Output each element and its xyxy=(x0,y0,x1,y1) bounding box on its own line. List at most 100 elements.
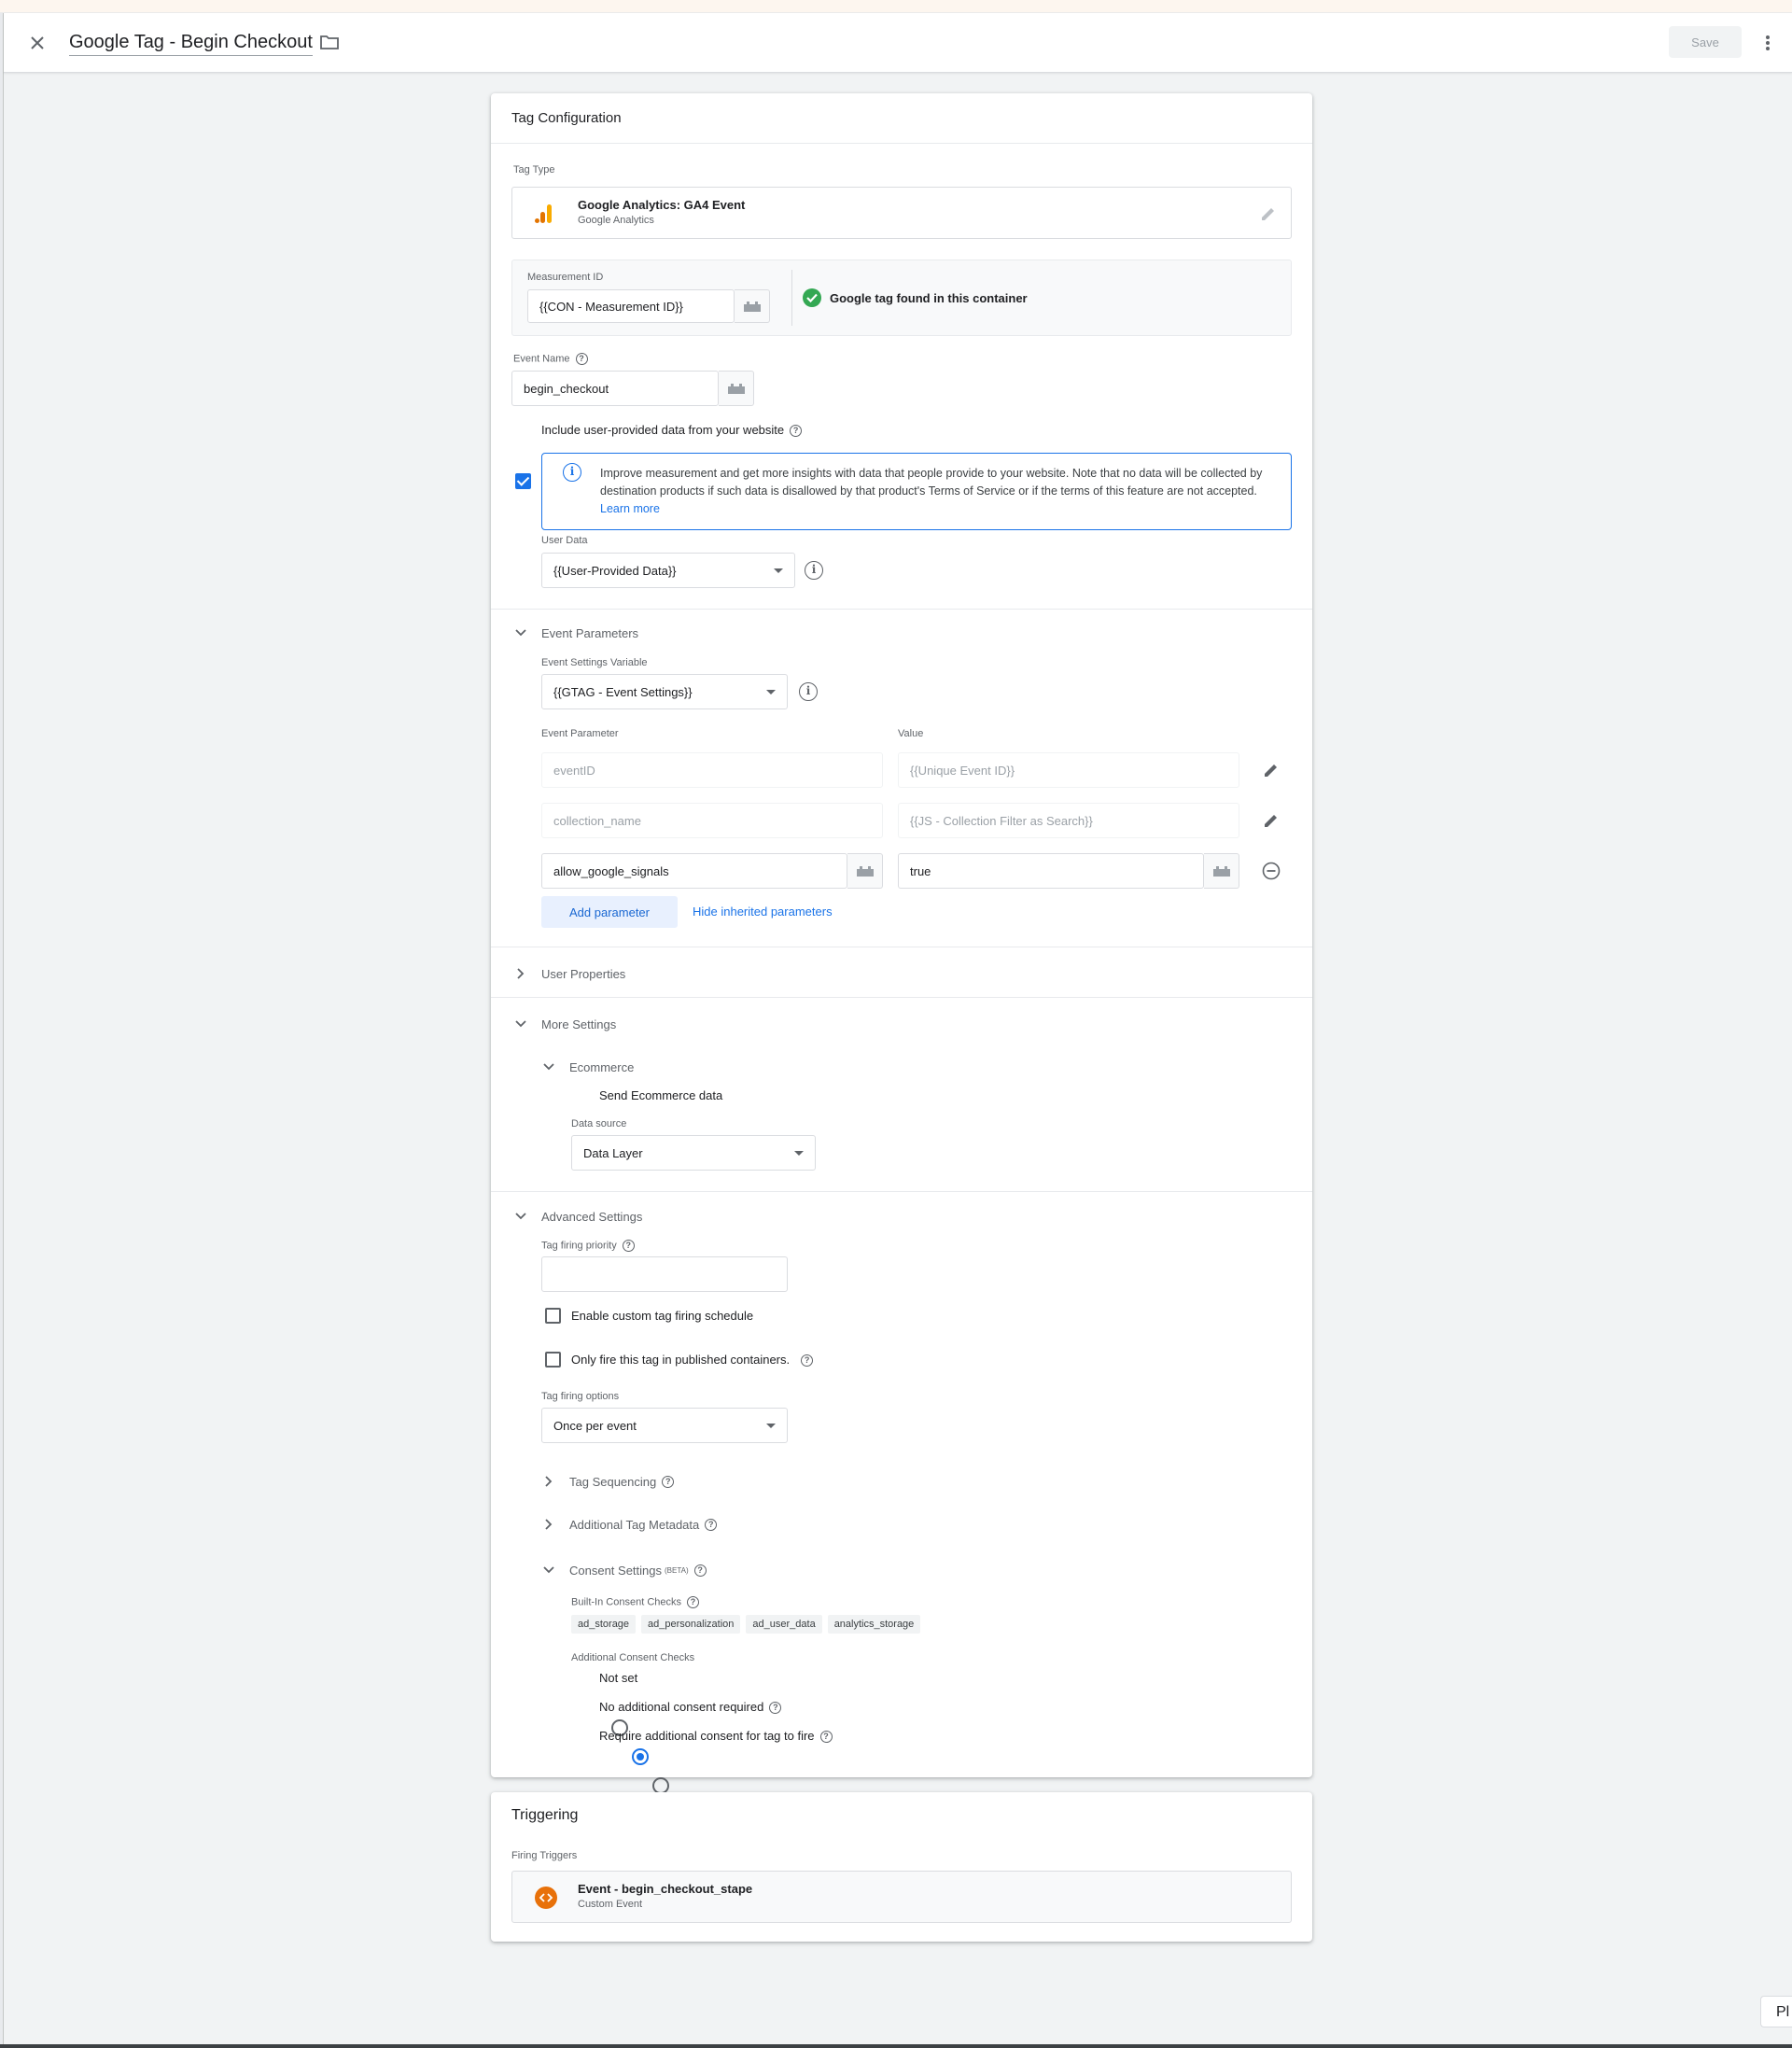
chevron-right-icon xyxy=(541,1474,556,1489)
variable-picker-button[interactable] xyxy=(1204,853,1239,889)
event-name-label: Event Name? xyxy=(513,353,588,365)
tag-name-field[interactable]: Google Tag - Begin Checkout xyxy=(69,32,313,56)
consent-option-label: Require additional consent for tag to fi… xyxy=(599,1729,833,1744)
section-title: Advanced Settings xyxy=(541,1209,643,1224)
consent-settings-toggle[interactable]: Consent Settings (BETA)? xyxy=(541,1563,707,1578)
help-icon[interactable]: ? xyxy=(769,1702,782,1715)
builtin-consent-chips: ad_storage ad_personalization ad_user_data… xyxy=(571,1615,926,1634)
user-data-info-banner: i Improve measurement and get more insig… xyxy=(541,453,1292,530)
tag-sequencing-toggle[interactable]: Tag Sequencing? xyxy=(541,1474,675,1489)
trigger-type: Custom Event xyxy=(578,1899,643,1910)
corner-chip-button[interactable]: Pl xyxy=(1760,1996,1792,2027)
chevron-down-icon xyxy=(513,1017,528,1031)
variable-picker-button[interactable] xyxy=(847,853,883,889)
builtin-consent-label-text: Built-In Consent Checks xyxy=(571,1596,681,1608)
firing-priority-input[interactable] xyxy=(541,1256,788,1292)
param-column-header: Event Parameter xyxy=(541,728,619,739)
published-only-checkbox[interactable] xyxy=(545,1352,561,1368)
help-icon[interactable]: ? xyxy=(687,1596,699,1608)
user-properties-toggle[interactable]: User Properties xyxy=(513,966,625,981)
folder-icon[interactable] xyxy=(319,34,342,54)
additional-metadata-toggle[interactable]: Additional Tag Metadata? xyxy=(541,1517,718,1532)
measurement-id-label: Measurement ID xyxy=(527,272,604,283)
consent-option-text: Require additional consent for tag to fi… xyxy=(599,1729,815,1743)
data-source-value: Data Layer xyxy=(583,1145,643,1160)
user-data-select[interactable]: {{User-Provided Data}} xyxy=(541,553,795,588)
include-user-data-checkbox[interactable] xyxy=(515,473,531,489)
add-parameter-button[interactable]: Add parameter xyxy=(541,896,678,928)
param-value: true xyxy=(910,863,931,878)
info-icon[interactable]: i xyxy=(799,682,818,701)
include-user-data-label: Include user-provided data from your web… xyxy=(541,423,803,438)
chevron-right-icon xyxy=(513,966,528,981)
save-button[interactable]: Save xyxy=(1669,26,1742,58)
event-settings-var-value: {{GTAG - Event Settings}} xyxy=(553,684,693,699)
beta-badge: (BETA) xyxy=(665,1565,689,1575)
edit-pencil-icon[interactable] xyxy=(1262,811,1281,830)
section-title: Ecommerce xyxy=(569,1059,635,1074)
help-icon[interactable]: ? xyxy=(693,1564,707,1577)
variable-brick-icon xyxy=(856,866,874,877)
consent-chip: ad_personalization xyxy=(641,1615,741,1634)
event-parameters-toggle[interactable]: Event Parameters xyxy=(513,625,638,640)
param-name: allow_google_signals xyxy=(553,863,669,878)
variable-brick-icon xyxy=(727,384,745,394)
help-icon[interactable]: ? xyxy=(575,353,588,365)
help-icon[interactable]: ? xyxy=(790,425,803,438)
section-title: Tag Sequencing xyxy=(569,1474,657,1489)
param-name-input[interactable]: allow_google_signals xyxy=(541,853,847,889)
firing-options-select[interactable]: Once per event xyxy=(541,1408,788,1443)
app-bar: Google Tag - Begin Checkout Save xyxy=(4,13,1792,73)
measurement-id-value: {{CON - Measurement ID}} xyxy=(539,299,683,314)
more-settings-toggle[interactable]: More Settings xyxy=(513,1017,616,1031)
firing-priority-label: Tag firing priority? xyxy=(541,1240,635,1252)
param-name: collection_name xyxy=(553,813,641,828)
learn-more-link[interactable]: Learn more xyxy=(600,502,660,515)
more-vert-icon[interactable] xyxy=(1757,30,1779,56)
variable-brick-icon xyxy=(1212,866,1230,877)
event-name-input[interactable]: begin_checkout xyxy=(511,371,719,406)
help-icon[interactable]: ? xyxy=(705,1518,718,1531)
param-value: {{Unique Event ID}} xyxy=(910,763,1015,778)
section-title: Event Parameters xyxy=(541,625,639,640)
custom-schedule-label: Enable custom tag firing schedule xyxy=(571,1309,754,1323)
event-settings-var-select[interactable]: {{GTAG - Event Settings}} xyxy=(541,674,788,709)
info-icon[interactable]: i xyxy=(805,561,823,580)
hide-inherited-link[interactable]: Hide inherited parameters xyxy=(693,905,833,919)
variable-picker-button[interactable] xyxy=(735,289,770,323)
firing-options-label: Tag firing options xyxy=(541,1391,620,1402)
left-edge-panel xyxy=(0,13,4,2048)
help-icon[interactable]: ? xyxy=(622,1240,635,1252)
event-name-label-text: Event Name xyxy=(513,353,570,365)
additional-consent-label: Additional Consent Checks xyxy=(571,1652,695,1663)
google-analytics-icon xyxy=(535,204,552,223)
edit-pencil-icon[interactable] xyxy=(1259,204,1278,223)
bottom-bar xyxy=(0,2044,1792,2048)
trigger-item[interactable]: Event - begin_checkout_stape Custom Even… xyxy=(511,1871,1292,1923)
advanced-settings-toggle[interactable]: Advanced Settings xyxy=(513,1209,642,1224)
data-source-select[interactable]: Data Layer xyxy=(571,1135,816,1171)
chevron-down-icon xyxy=(541,1563,556,1578)
tag-type-selector[interactable]: Google Analytics: GA4 Event Google Analy… xyxy=(511,187,1292,239)
help-icon[interactable]: ? xyxy=(819,1731,833,1744)
chevron-down-icon xyxy=(541,1059,556,1074)
dropdown-caret-icon xyxy=(766,1423,776,1428)
variable-picker-button[interactable] xyxy=(719,371,754,406)
remove-circle-icon[interactable] xyxy=(1262,862,1281,880)
consent-radio-no-additional[interactable] xyxy=(631,1748,649,1765)
edit-pencil-icon[interactable] xyxy=(1262,761,1281,779)
triggering-card: Triggering Firing Triggers Event - begin… xyxy=(491,1792,1312,1942)
dropdown-caret-icon xyxy=(766,689,776,694)
help-icon[interactable]: ? xyxy=(662,1475,675,1488)
consent-chip: ad_user_data xyxy=(746,1615,822,1634)
event-settings-var-label: Event Settings Variable xyxy=(541,657,648,668)
close-icon[interactable] xyxy=(24,30,50,56)
measurement-id-input[interactable]: {{CON - Measurement ID}} xyxy=(527,289,735,323)
user-data-value: {{User-Provided Data}} xyxy=(553,563,677,578)
section-divider xyxy=(491,1191,1312,1192)
tag-type-name: Google Analytics: GA4 Event xyxy=(578,198,746,212)
help-icon[interactable]: ? xyxy=(801,1354,814,1368)
ecommerce-toggle[interactable]: Ecommerce xyxy=(541,1059,634,1074)
custom-schedule-checkbox[interactable] xyxy=(545,1308,561,1324)
param-value-input[interactable]: true xyxy=(898,853,1204,889)
